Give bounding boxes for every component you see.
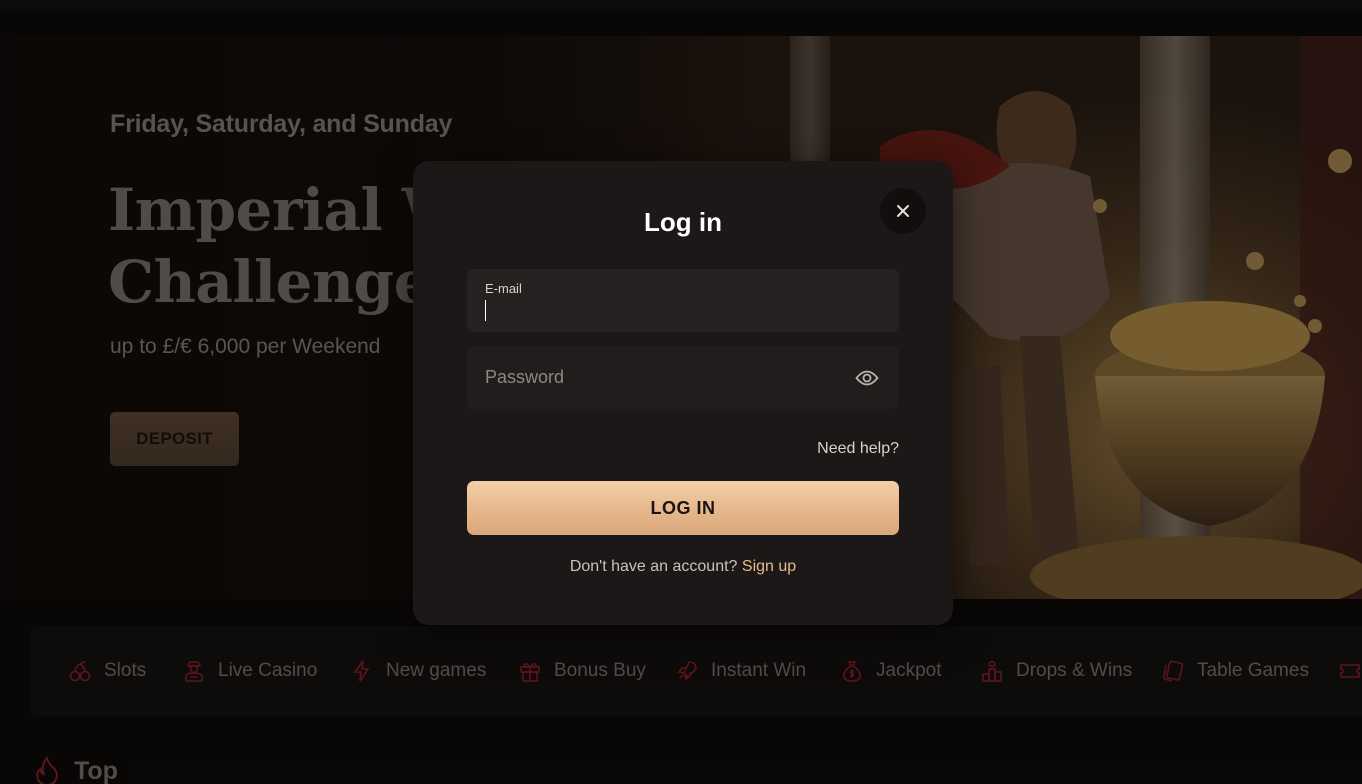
password-field[interactable] bbox=[467, 346, 899, 409]
login-modal: Log in E-mail Need help? LOG IN Don't ha… bbox=[413, 161, 953, 625]
close-button[interactable] bbox=[880, 188, 926, 234]
show-password-button[interactable] bbox=[853, 364, 881, 392]
eye-icon bbox=[855, 370, 879, 386]
login-submit-button[interactable]: LOG IN bbox=[467, 481, 899, 535]
signup-link[interactable]: Sign up bbox=[742, 558, 796, 575]
signup-prompt-text: Don't have an account? bbox=[569, 558, 738, 575]
close-icon bbox=[897, 205, 909, 217]
email-input[interactable] bbox=[485, 297, 875, 323]
email-field[interactable]: E-mail bbox=[467, 269, 899, 332]
modal-title: Log in bbox=[644, 207, 722, 237]
password-input[interactable] bbox=[485, 346, 845, 409]
need-help-link[interactable]: Need help? bbox=[817, 440, 899, 458]
text-cursor bbox=[485, 300, 486, 321]
signup-prompt: Don't have an account? Sign up bbox=[413, 558, 953, 576]
email-label: E-mail bbox=[485, 281, 522, 296]
page: Friday, Saturday, and Sunday Imperial We… bbox=[0, 0, 1362, 784]
